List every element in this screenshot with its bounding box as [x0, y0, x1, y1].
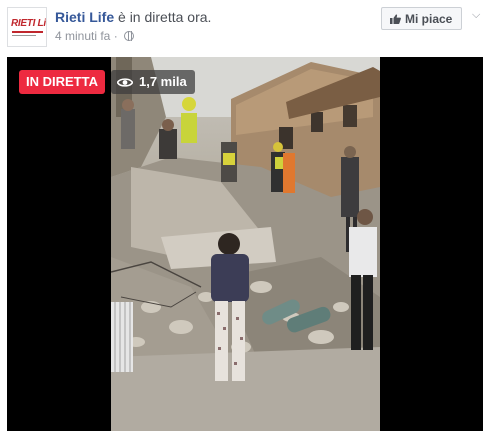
eye-icon [117, 78, 133, 87]
viewer-count-value: 1,7 mila [139, 74, 187, 89]
video-frame [111, 57, 380, 431]
page-logo: RIETI Life [11, 18, 46, 29]
chevron-down-icon[interactable]: ⌵ [472, 9, 480, 22]
post-meta: 4 minuti fa · [55, 29, 135, 43]
live-video-player[interactable]: IN DIRETTA 1,7 mila [7, 57, 483, 431]
logo-underline [12, 31, 43, 33]
like-button-label: Mi piace [405, 12, 453, 26]
live-badge: IN DIRETTA [19, 70, 105, 94]
page-avatar[interactable]: RIETI Life [7, 7, 47, 47]
post-title: Rieti Life è in diretta ora. [55, 9, 211, 25]
meta-separator: · [113, 29, 118, 43]
page-name-link[interactable]: Rieti Life [55, 9, 114, 25]
logo-tagline [12, 35, 36, 36]
post-header: RIETI Life Rieti Life è in diretta ora. … [0, 0, 490, 56]
globe-icon[interactable] [124, 31, 135, 41]
earthquake-rubble-scene [111, 57, 380, 431]
post-timestamp[interactable]: 4 minuti fa [55, 29, 110, 43]
thumbs-up-icon [390, 14, 401, 24]
viewer-count: 1,7 mila [111, 70, 195, 94]
live-status-text: è in diretta ora. [114, 9, 212, 25]
like-page-button[interactable]: Mi piace [381, 7, 462, 30]
